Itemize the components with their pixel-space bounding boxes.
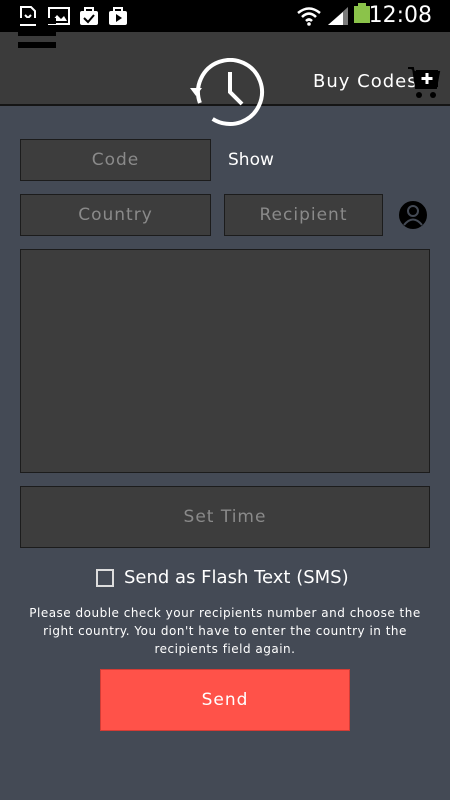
status-time: 12:08 <box>368 3 432 28</box>
status-bar: 12:08 <box>0 0 450 32</box>
bag-check-icon <box>80 7 98 25</box>
message-textarea[interactable] <box>20 249 430 473</box>
send-button[interactable]: Send <box>100 669 350 731</box>
recipient-input[interactable]: Recipient <box>224 194 383 236</box>
wifi-icon <box>297 7 321 26</box>
signal-icon <box>328 7 348 25</box>
country-select[interactable]: Country <box>20 194 211 236</box>
flash-text-label: Send as Flash Text (SMS) <box>124 567 349 588</box>
contact-person-icon[interactable] <box>398 200 428 230</box>
code-input[interactable]: Code <box>20 139 211 181</box>
buy-codes-link[interactable]: Buy Codes <box>313 71 418 92</box>
instruction-note: Please double check your recipients numb… <box>29 606 421 656</box>
clock-history-icon <box>190 58 264 126</box>
flash-text-option[interactable]: Send as Flash Text (SMS) <box>96 567 349 588</box>
hamburger-menu-icon[interactable] <box>18 18 56 52</box>
show-code-toggle[interactable]: Show <box>228 150 274 170</box>
set-time-button[interactable]: Set Time <box>20 486 430 548</box>
flash-text-checkbox[interactable] <box>96 568 114 587</box>
play-store-icon <box>109 7 127 25</box>
cart-plus-icon[interactable] <box>406 64 442 100</box>
